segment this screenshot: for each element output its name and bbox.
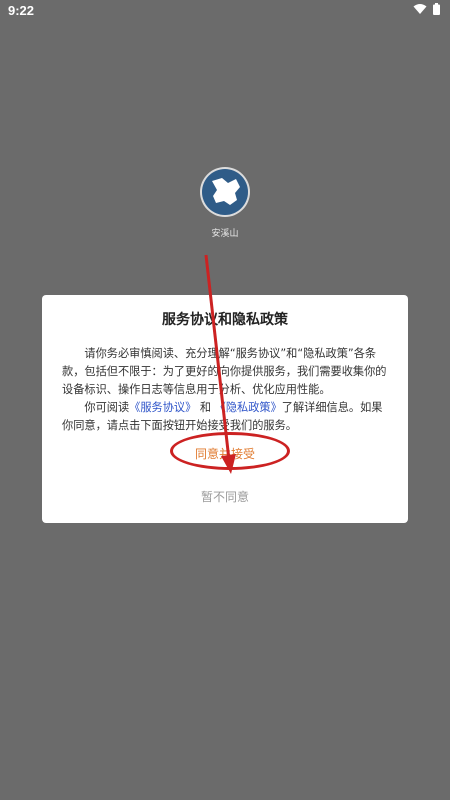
and-text: 和 [199,401,212,414]
battery-icon [433,3,440,15]
app-name: 安溪山 [211,229,239,239]
status-time: 9:22 [8,3,35,18]
dialog-title: 服务协议和隐私政策 [162,312,288,328]
dialog-paragraph-1: 请你务必审慎阅读、充分理解“服务协议”和“隐私政策”各条款，包括但不限于：为了更… [62,347,387,396]
privacy-policy-link[interactable]: 《隐私政策》 [215,401,282,414]
status-icons [413,3,440,15]
paragraph-2-prefix: 你可阅读 [84,401,130,414]
dialog-paragraph-2: 你可阅读《服务协议》 和 《隐私政策》了解详细信息。如果你同意，请点击下面按钮开… [62,399,392,435]
map-logo-icon [202,169,248,215]
app-logo [200,167,250,217]
privacy-dialog: 服务协议和隐私政策 请你务必审慎阅读、充分理解“服务协议”和“隐私政策”各条款，… [42,295,408,523]
service-agreement-link[interactable]: 《服务协议》 [129,401,196,414]
dialog-body: 请你务必审慎阅读、充分理解“服务协议”和“隐私政策”各条款，包括但不限于：为了更… [62,345,392,435]
wifi-icon [413,4,427,14]
annotation-ellipse [170,432,290,470]
status-bar: 9:22 [0,0,450,22]
decline-button[interactable]: 暂不同意 [42,488,408,505]
